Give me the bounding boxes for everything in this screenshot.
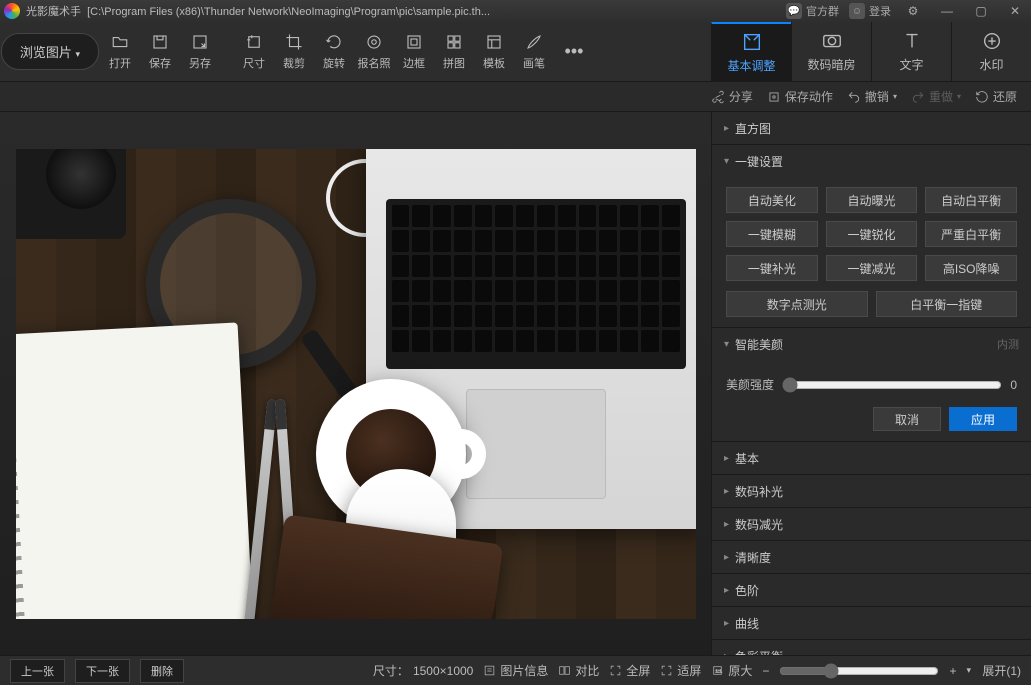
brush-tool[interactable]: 画笔 — [514, 22, 554, 81]
expand-panel-button[interactable]: ▾ 展开(1) — [966, 662, 1021, 679]
zoom-in-icon[interactable]: + — [949, 664, 956, 678]
oneclick-7[interactable]: 一键减光 — [826, 255, 918, 281]
maximize-button[interactable]: ▢ — [969, 2, 993, 20]
template-tool[interactable]: 模板 — [474, 22, 514, 81]
browse-images-button[interactable]: 浏览图片 ▾ — [0, 22, 100, 81]
chevron-right-icon: ▸ — [724, 123, 729, 134]
section-beauty[interactable]: ▾智能美颜内测 — [712, 328, 1031, 360]
beauty-strength-slider[interactable] — [782, 377, 1002, 393]
settings-icon[interactable]: ⚙ — [901, 2, 925, 20]
chevron-down-icon: ▾ — [76, 49, 81, 59]
oneclick-3[interactable]: 一键模糊 — [726, 221, 818, 247]
chevron-right-icon: ▸ — [724, 519, 729, 530]
sample-image — [16, 149, 696, 619]
open-tool[interactable]: 打开 — [100, 22, 140, 81]
section-collapsed-2[interactable]: ▸数码减光 — [712, 508, 1031, 540]
oneclick-extra-0[interactable]: 数字点测光 — [726, 291, 868, 317]
section-collapsed-5[interactable]: ▸曲线 — [712, 607, 1031, 639]
collage-tool[interactable]: 拼图 — [434, 22, 474, 81]
oneclick-6[interactable]: 一键补光 — [726, 255, 818, 281]
oneclick-4[interactable]: 一键锐化 — [826, 221, 918, 247]
app-logo-icon — [4, 3, 20, 19]
section-one-click[interactable]: ▾一键设置 — [712, 145, 1031, 177]
chevron-down-icon: ▾ — [724, 156, 729, 167]
size-tool[interactable]: 尺寸 — [234, 22, 274, 81]
border-tool[interactable]: 边框 — [394, 22, 434, 81]
beauty-apply-button[interactable]: 应用 — [949, 407, 1017, 431]
chevron-down-icon: ▾ — [893, 92, 897, 101]
beauty-strength-value: 0 — [1010, 378, 1017, 392]
save-as-tool[interactable]: 另存 — [180, 22, 220, 81]
official-group-link[interactable]: 💬官方群 — [786, 3, 839, 19]
section-collapsed-3[interactable]: ▸清晰度 — [712, 541, 1031, 573]
chevron-down-icon: ▾ — [966, 665, 971, 676]
user-icon: ☺ — [849, 3, 865, 19]
compare-button[interactable]: 对比 — [558, 662, 599, 679]
oneclick-5[interactable]: 严重白平衡 — [925, 221, 1017, 247]
undo-button[interactable]: 撤销 ▾ — [847, 88, 897, 105]
save-tool[interactable]: 保存 — [140, 22, 180, 81]
close-button[interactable]: ✕ — [1003, 2, 1027, 20]
fit-screen-button[interactable]: 适屏 — [660, 662, 701, 679]
original-size-button[interactable]: 1:1原大 — [711, 662, 752, 679]
image-dimensions: 尺寸：1500×1000 — [373, 662, 473, 679]
next-image-button[interactable]: 下一张 — [75, 659, 130, 683]
oneclick-0[interactable]: 自动美化 — [726, 187, 818, 213]
side-panel: ▸直方图 ▾一键设置 自动美化自动曝光自动白平衡一键模糊一键锐化严重白平衡一键补… — [711, 112, 1031, 655]
section-collapsed-4[interactable]: ▸色阶 — [712, 574, 1031, 606]
prev-image-button[interactable]: 上一张 — [10, 659, 65, 683]
zoom-out-icon[interactable]: − — [762, 664, 769, 678]
restore-button[interactable]: 还原 — [975, 88, 1017, 105]
beta-badge: 内测 — [997, 336, 1019, 352]
section-collapsed-6[interactable]: ▸色彩平衡 — [712, 640, 1031, 655]
chevron-right-icon: ▸ — [724, 552, 729, 563]
save-action-button[interactable]: 保存动作 — [767, 88, 833, 105]
tab-watermark[interactable]: 水印 — [951, 22, 1031, 81]
image-canvas[interactable] — [0, 112, 711, 655]
oneclick-8[interactable]: 高ISO降噪 — [925, 255, 1017, 281]
window-title: 光影魔术手 [C:\Program Files (x86)\Thunder Ne… — [26, 3, 786, 19]
id-photo-tool[interactable]: 报名照 — [354, 22, 394, 81]
crop-tool[interactable]: 裁剪 — [274, 22, 314, 81]
more-tools[interactable]: ••• — [554, 22, 594, 81]
beauty-strength-label: 美颜强度 — [726, 376, 774, 393]
chevron-down-icon: ▾ — [724, 339, 729, 350]
chevron-right-icon: ▸ — [724, 618, 729, 629]
fullscreen-button[interactable]: 全屏 — [609, 662, 650, 679]
section-collapsed-1[interactable]: ▸数码补光 — [712, 475, 1031, 507]
chat-icon: 💬 — [786, 3, 802, 19]
oneclick-2[interactable]: 自动白平衡 — [925, 187, 1017, 213]
rotate-tool[interactable]: 旋转 — [314, 22, 354, 81]
tab-text[interactable]: 文字 — [871, 22, 951, 81]
delete-image-button[interactable]: 删除 — [140, 659, 184, 683]
chevron-right-icon: ▸ — [724, 486, 729, 497]
section-collapsed-0[interactable]: ▸基本 — [712, 442, 1031, 474]
tab-darkroom[interactable]: 数码暗房 — [791, 22, 871, 81]
oneclick-1[interactable]: 自动曝光 — [826, 187, 918, 213]
redo-button[interactable]: 重做 ▾ — [911, 88, 961, 105]
tab-basic-adjust[interactable]: 基本调整 — [711, 22, 791, 81]
chevron-down-icon: ▾ — [957, 92, 961, 101]
beauty-cancel-button[interactable]: 取消 — [873, 407, 941, 431]
minimize-button[interactable]: — — [935, 2, 959, 20]
chevron-right-icon: ▸ — [724, 453, 729, 464]
section-histogram[interactable]: ▸直方图 — [712, 112, 1031, 144]
chevron-right-icon: ▸ — [724, 585, 729, 596]
share-button[interactable]: 分享 — [711, 88, 753, 105]
chevron-right-icon: ▸ — [724, 651, 729, 656]
oneclick-extra-1[interactable]: 白平衡一指键 — [876, 291, 1018, 317]
login-link[interactable]: ☺登录 — [849, 3, 891, 19]
image-info-button[interactable]: 图片信息 — [483, 662, 548, 679]
svg-text:1:1: 1:1 — [716, 669, 723, 675]
zoom-slider[interactable] — [779, 663, 939, 679]
